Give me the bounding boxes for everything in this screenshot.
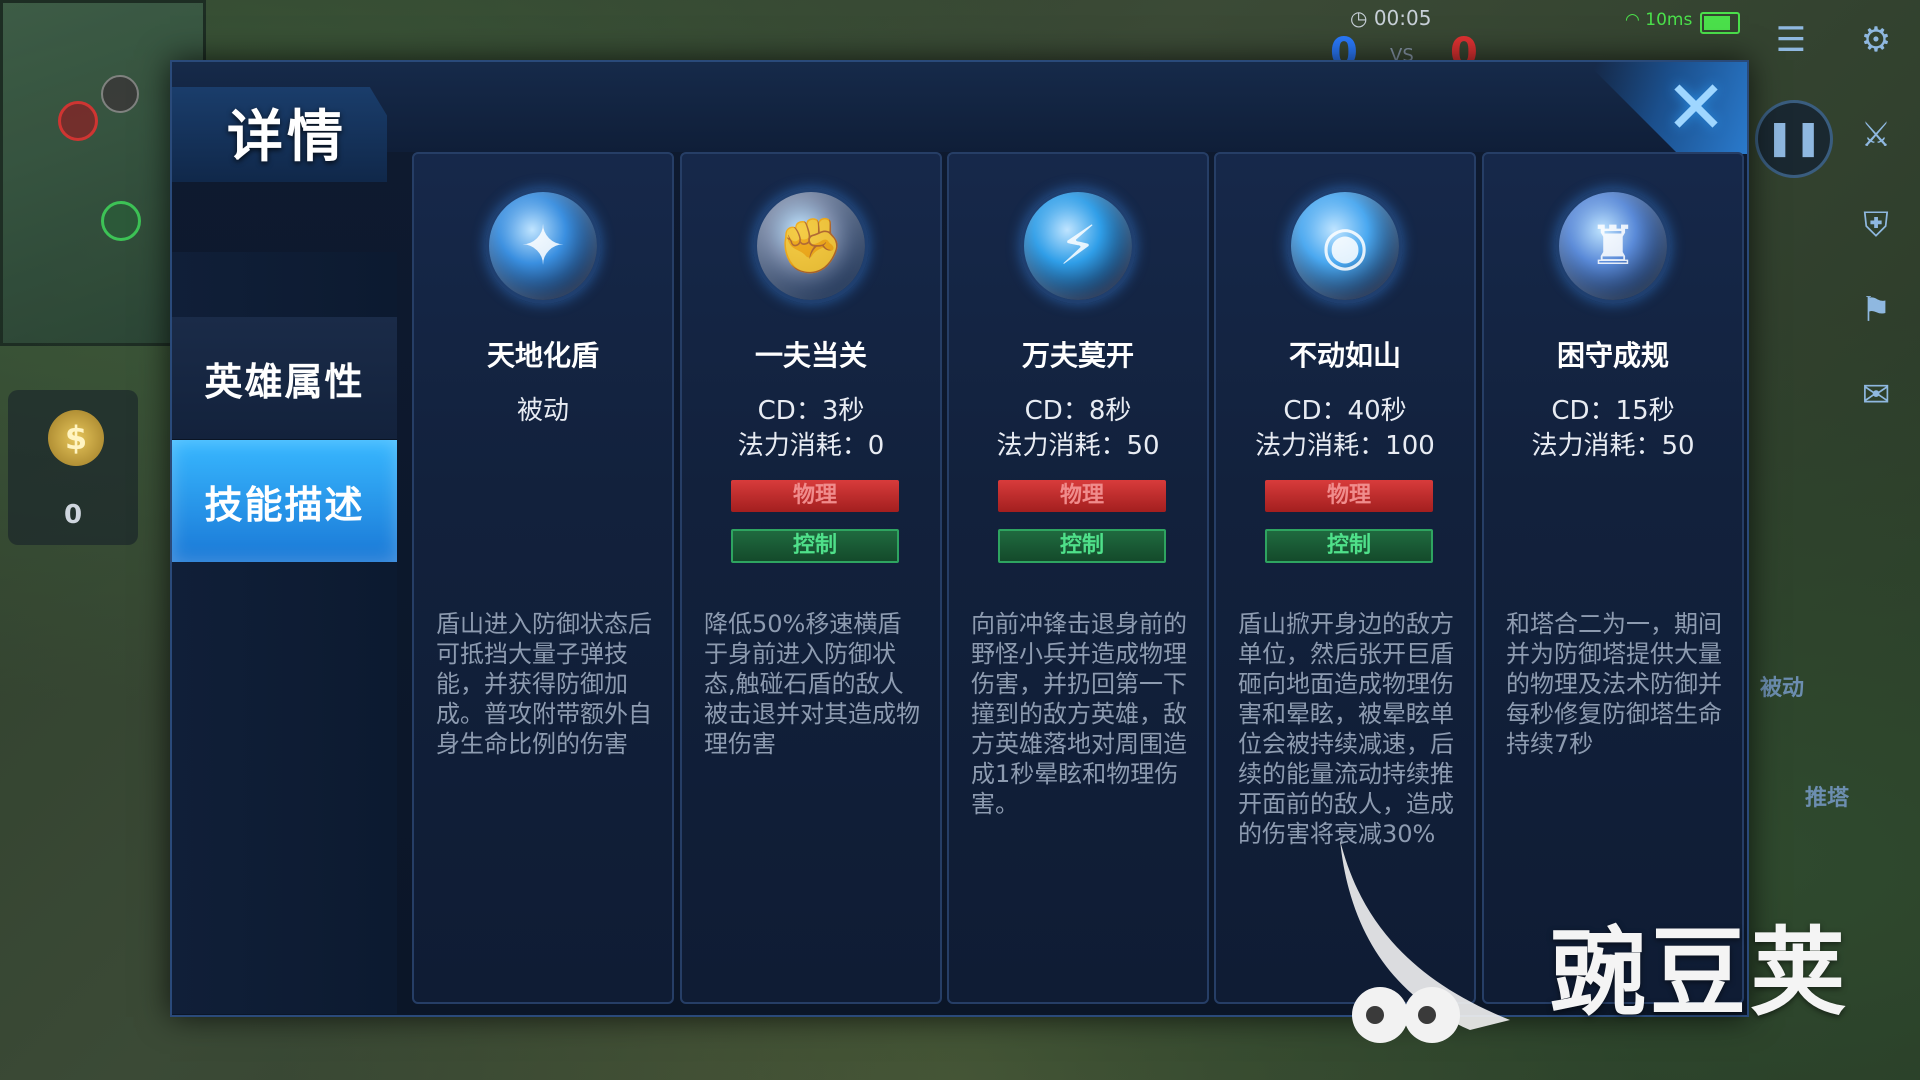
settings-gear-icon[interactable]: ⚙ bbox=[1840, 5, 1912, 77]
physical-tag: 物理 bbox=[1265, 480, 1433, 512]
clock-icon: ◷ bbox=[1350, 6, 1374, 30]
charging-hero-icon: ⚡ bbox=[1020, 188, 1136, 304]
pea-pod-logo-icon bbox=[1340, 840, 1510, 1043]
shield-blast-icon: ✦ bbox=[485, 188, 601, 304]
dialog-header bbox=[172, 62, 1747, 154]
skill-stats: CD：8秒 法力消耗：50 bbox=[949, 394, 1207, 464]
skill-description: 向前冲锋击退身前的野怪小兵并造成物理伤害，并扔回第一下撞到的敌方英雄，敌方英雄落… bbox=[971, 610, 1187, 818]
ground-slam-icon: ◉ bbox=[1287, 188, 1403, 304]
skill-mana-cost: 法力消耗：100 bbox=[1255, 431, 1435, 461]
control-tag: 控制 bbox=[1265, 529, 1433, 563]
flag-icon[interactable]: ⚑ bbox=[1840, 275, 1912, 347]
watermark: 豌豆荚 bbox=[1320, 830, 1880, 1050]
wifi-icon: ◠ bbox=[1625, 10, 1646, 30]
battery-icon bbox=[1700, 12, 1740, 34]
menu-list-icon[interactable]: ☰ bbox=[1755, 5, 1827, 77]
skill-mana-cost: 法力消耗：50 bbox=[1531, 431, 1695, 461]
physical-tag: 物理 bbox=[731, 480, 899, 512]
skill-stats: CD：40秒 法力消耗：100 bbox=[1216, 394, 1474, 464]
control-tag: 控制 bbox=[731, 529, 899, 563]
skill-name: 一夫当关 bbox=[754, 339, 867, 372]
ally-hero-marker bbox=[101, 201, 141, 241]
fist-shield-icon: ✊ bbox=[753, 188, 869, 304]
push-tower-side-label: 推塔 bbox=[1805, 786, 1850, 811]
skill-card[interactable]: ⚡ 万夫莫开 CD：8秒 法力消耗：50 物理 控制 向前冲锋击退身前的野怪小兵… bbox=[947, 152, 1209, 1004]
skill-cd: CD：8秒 bbox=[1024, 396, 1132, 426]
skill-name: 万夫莫开 bbox=[1021, 339, 1134, 372]
skill-mana-cost: 法力消耗：0 bbox=[737, 431, 885, 461]
skill-card[interactable]: ✊ 一夫当关 CD：3秒 法力消耗：0 物理 控制 降低50%移速横盾于身前进入… bbox=[680, 152, 942, 1004]
chat-icon[interactable]: ✉ bbox=[1840, 360, 1912, 432]
passive-side-label: 被动 bbox=[1760, 676, 1805, 701]
gold-count: 0 bbox=[63, 500, 83, 530]
skill-cd: CD：15秒 bbox=[1551, 396, 1675, 426]
control-tag: 控制 bbox=[998, 529, 1166, 563]
skill-description: 盾山掀开身边的敌方单位，然后张开巨盾砸向地面造成物理伤害和晕眩，被晕眩单位会被持… bbox=[1238, 610, 1454, 848]
ping-text: 10ms bbox=[1645, 10, 1693, 30]
skill-mana-cost: 法力消耗：50 bbox=[996, 431, 1160, 461]
timer-text: 00:05 bbox=[1373, 6, 1432, 30]
gold-panel[interactable]: $ 0 bbox=[8, 390, 138, 545]
skill-type: 被动 bbox=[414, 394, 672, 429]
skill-cd: 被动 bbox=[516, 396, 569, 426]
skill-description: 降低50%移速横盾于身前进入防御状态,触碰石盾的敌人被击退并对其造成物理伤害 bbox=[704, 610, 920, 758]
physical-tag: 物理 bbox=[998, 480, 1166, 512]
match-timer: ◷ 00:05 bbox=[1350, 6, 1431, 30]
skill-description: 盾山进入防御状态后可抵挡大量子弹技能，并获得防御加成。普攻附带额外自身生命比例的… bbox=[436, 610, 652, 758]
dialog-title: 详情 bbox=[227, 105, 347, 170]
tab-hero-attributes[interactable]: 英雄属性 bbox=[172, 317, 397, 441]
money-bag-icon: $ bbox=[48, 410, 104, 466]
skill-name: 不动如山 bbox=[1288, 339, 1401, 372]
skill-stats: CD：15秒 法力消耗：50 bbox=[1484, 394, 1742, 464]
sidebar: 英雄属性 技能描述 bbox=[172, 252, 397, 1014]
skull-marker bbox=[101, 75, 139, 113]
skill-stats: CD：3秒 法力消耗：0 bbox=[682, 394, 940, 464]
skill-name: 困守成规 bbox=[1556, 339, 1669, 372]
skill-description: 和塔合二为一，期间并为防御塔提供大量的物理及法术防御并每秒修复防御塔生命持续7秒 bbox=[1506, 610, 1722, 758]
close-button[interactable]: ✕ bbox=[1655, 70, 1737, 146]
shield-signal-icon[interactable]: ⛨ bbox=[1840, 190, 1912, 262]
enemy-hero-marker bbox=[58, 101, 98, 141]
skill-cd: CD：40秒 bbox=[1283, 396, 1407, 426]
sword-icon[interactable]: ⚔ bbox=[1840, 100, 1912, 172]
pause-icon[interactable]: ❚❚ bbox=[1755, 100, 1833, 178]
watermark-text: 豌豆荚 bbox=[1550, 917, 1850, 1029]
skill-name: 天地化盾 bbox=[486, 339, 599, 372]
skill-card[interactable]: ✦ 天地化盾 被动 盾山进入防御状态后可抵挡大量子弹技能，并获得防御加成。普攻附… bbox=[412, 152, 674, 1004]
ping-indicator: ◠ 10ms bbox=[1625, 10, 1692, 30]
tab-skill-description[interactable]: 技能描述 bbox=[172, 440, 397, 562]
skill-cd: CD：3秒 bbox=[757, 396, 865, 426]
tower-guard-icon: ♜ bbox=[1555, 188, 1671, 304]
